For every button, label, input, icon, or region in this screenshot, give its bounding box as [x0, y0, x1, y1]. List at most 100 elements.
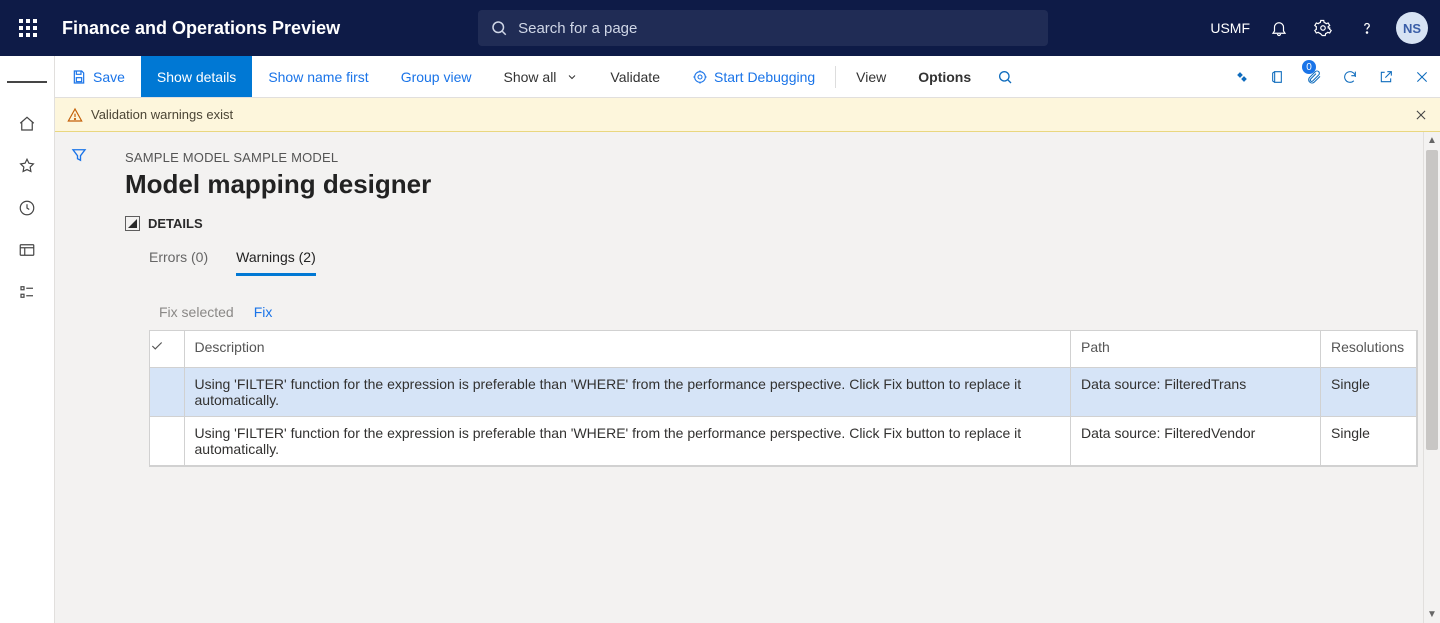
- start-debugging-label: Start Debugging: [714, 69, 815, 85]
- breadcrumb: SAMPLE MODEL SAMPLE MODEL: [125, 150, 1418, 165]
- checkmark-icon: [150, 339, 164, 353]
- fix-button[interactable]: Fix: [254, 304, 273, 320]
- filter-pane-toggle[interactable]: [70, 146, 88, 623]
- scroll-thumb[interactable]: [1426, 150, 1438, 450]
- home-icon: [18, 115, 36, 133]
- page-title: Model mapping designer: [125, 169, 1418, 200]
- details-section-label: DETAILS: [148, 216, 203, 231]
- options-label: Options: [918, 69, 971, 85]
- validate-button[interactable]: Validate: [594, 56, 676, 97]
- page-content: SAMPLE MODEL SAMPLE MODEL Model mapping …: [103, 132, 1440, 623]
- save-button[interactable]: Save: [55, 56, 141, 97]
- view-menu[interactable]: View: [840, 56, 902, 97]
- details-tabs: Errors (0) Warnings (2): [125, 245, 1418, 276]
- warning-icon: [67, 107, 83, 123]
- vertical-scrollbar[interactable]: ▲ ▼: [1423, 132, 1440, 623]
- warnings-grid: Description Path Resolutions Using 'FILT…: [149, 330, 1418, 467]
- app-title: Finance and Operations Preview: [62, 18, 340, 39]
- show-name-first-label: Show name first: [268, 69, 368, 85]
- nav-modules[interactable]: [7, 274, 47, 310]
- notifications-button[interactable]: [1258, 4, 1300, 52]
- star-icon: [18, 157, 36, 175]
- show-name-first-button[interactable]: Show name first: [252, 56, 384, 97]
- row-select[interactable]: [150, 367, 184, 416]
- attachments-button[interactable]: 0: [1296, 56, 1332, 97]
- office-icon: [1270, 69, 1286, 85]
- search-icon: [997, 69, 1013, 85]
- options-menu[interactable]: Options: [902, 56, 987, 97]
- col-description[interactable]: Description: [184, 331, 1071, 367]
- cell-description: Using 'FILTER' function for the expressi…: [184, 416, 1071, 465]
- scroll-up-button[interactable]: ▲: [1424, 132, 1440, 149]
- popout-button[interactable]: [1368, 56, 1404, 97]
- show-details-label: Show details: [157, 69, 236, 85]
- close-page-button[interactable]: [1404, 56, 1440, 97]
- col-resolutions[interactable]: Resolutions: [1321, 331, 1417, 367]
- show-details-button[interactable]: Show details: [141, 56, 252, 97]
- table-row[interactable]: Using 'FILTER' function for the expressi…: [150, 367, 1417, 416]
- tab-warnings[interactable]: Warnings (2): [236, 245, 316, 276]
- start-debugging-button[interactable]: Start Debugging: [676, 56, 831, 97]
- bell-icon: [1270, 19, 1288, 37]
- refresh-icon: [1342, 69, 1358, 85]
- group-view-label: Group view: [401, 69, 472, 85]
- cell-description: Using 'FILTER' function for the expressi…: [184, 367, 1071, 416]
- cell-resolutions: Single: [1321, 416, 1417, 465]
- triangle-up-icon: [128, 219, 137, 228]
- validation-banner: Validation warnings exist: [55, 98, 1440, 132]
- diamond-icon: [1234, 69, 1250, 85]
- modules-icon: [18, 283, 36, 301]
- fix-selected-button[interactable]: Fix selected: [159, 304, 234, 320]
- save-label: Save: [93, 69, 125, 85]
- view-label: View: [856, 69, 886, 85]
- action-pane: Save Show details Show name first Group …: [55, 56, 1440, 98]
- workspace-icon: [18, 241, 36, 259]
- user-avatar[interactable]: NS: [1396, 12, 1428, 44]
- tab-warnings-label: Warnings (2): [236, 249, 316, 265]
- help-icon: [1358, 19, 1376, 37]
- cell-path: Data source: FilteredTrans: [1071, 367, 1321, 416]
- chevron-down-icon: [566, 71, 578, 83]
- left-nav-rail: [0, 56, 55, 623]
- nav-favorites[interactable]: [7, 148, 47, 184]
- debug-icon: [692, 69, 708, 85]
- tab-errors[interactable]: Errors (0): [149, 245, 208, 276]
- topbar: Finance and Operations Preview Search fo…: [0, 0, 1440, 56]
- waffle-icon: [19, 19, 37, 37]
- table-row[interactable]: Using 'FILTER' function for the expressi…: [150, 416, 1417, 465]
- app-launcher-button[interactable]: [4, 4, 52, 52]
- refresh-button[interactable]: [1332, 56, 1368, 97]
- attachments-count: 0: [1302, 60, 1316, 74]
- validate-label: Validate: [610, 69, 660, 85]
- row-select[interactable]: [150, 416, 184, 465]
- col-path[interactable]: Path: [1071, 331, 1321, 367]
- banner-close-button[interactable]: [1414, 108, 1428, 122]
- nav-home[interactable]: [7, 106, 47, 142]
- personalize-button[interactable]: [1224, 56, 1260, 97]
- nav-expand-button[interactable]: [7, 64, 47, 100]
- global-search[interactable]: Search for a page: [478, 10, 1048, 46]
- nav-workspaces[interactable]: [7, 232, 47, 268]
- close-icon: [1414, 69, 1430, 85]
- show-all-button[interactable]: Show all: [488, 56, 595, 97]
- save-icon: [71, 69, 87, 85]
- details-collapse-toggle[interactable]: [125, 216, 140, 231]
- search-icon: [490, 19, 508, 37]
- popout-icon: [1378, 69, 1394, 85]
- office-addins-button[interactable]: [1260, 56, 1296, 97]
- find-button[interactable]: [987, 56, 1023, 97]
- settings-button[interactable]: [1302, 4, 1344, 52]
- gear-icon: [1314, 19, 1332, 37]
- cell-path: Data source: FilteredVendor: [1071, 416, 1321, 465]
- banner-message: Validation warnings exist: [91, 107, 233, 122]
- show-all-label: Show all: [504, 69, 557, 85]
- nav-recent[interactable]: [7, 190, 47, 226]
- filter-icon: [70, 146, 88, 164]
- clock-icon: [18, 199, 36, 217]
- scroll-down-button[interactable]: ▼: [1424, 606, 1440, 623]
- select-all-header[interactable]: [150, 331, 184, 367]
- search-placeholder: Search for a page: [518, 20, 637, 37]
- help-button[interactable]: [1346, 4, 1388, 52]
- group-view-button[interactable]: Group view: [385, 56, 488, 97]
- company-picker[interactable]: USMF: [1204, 20, 1256, 36]
